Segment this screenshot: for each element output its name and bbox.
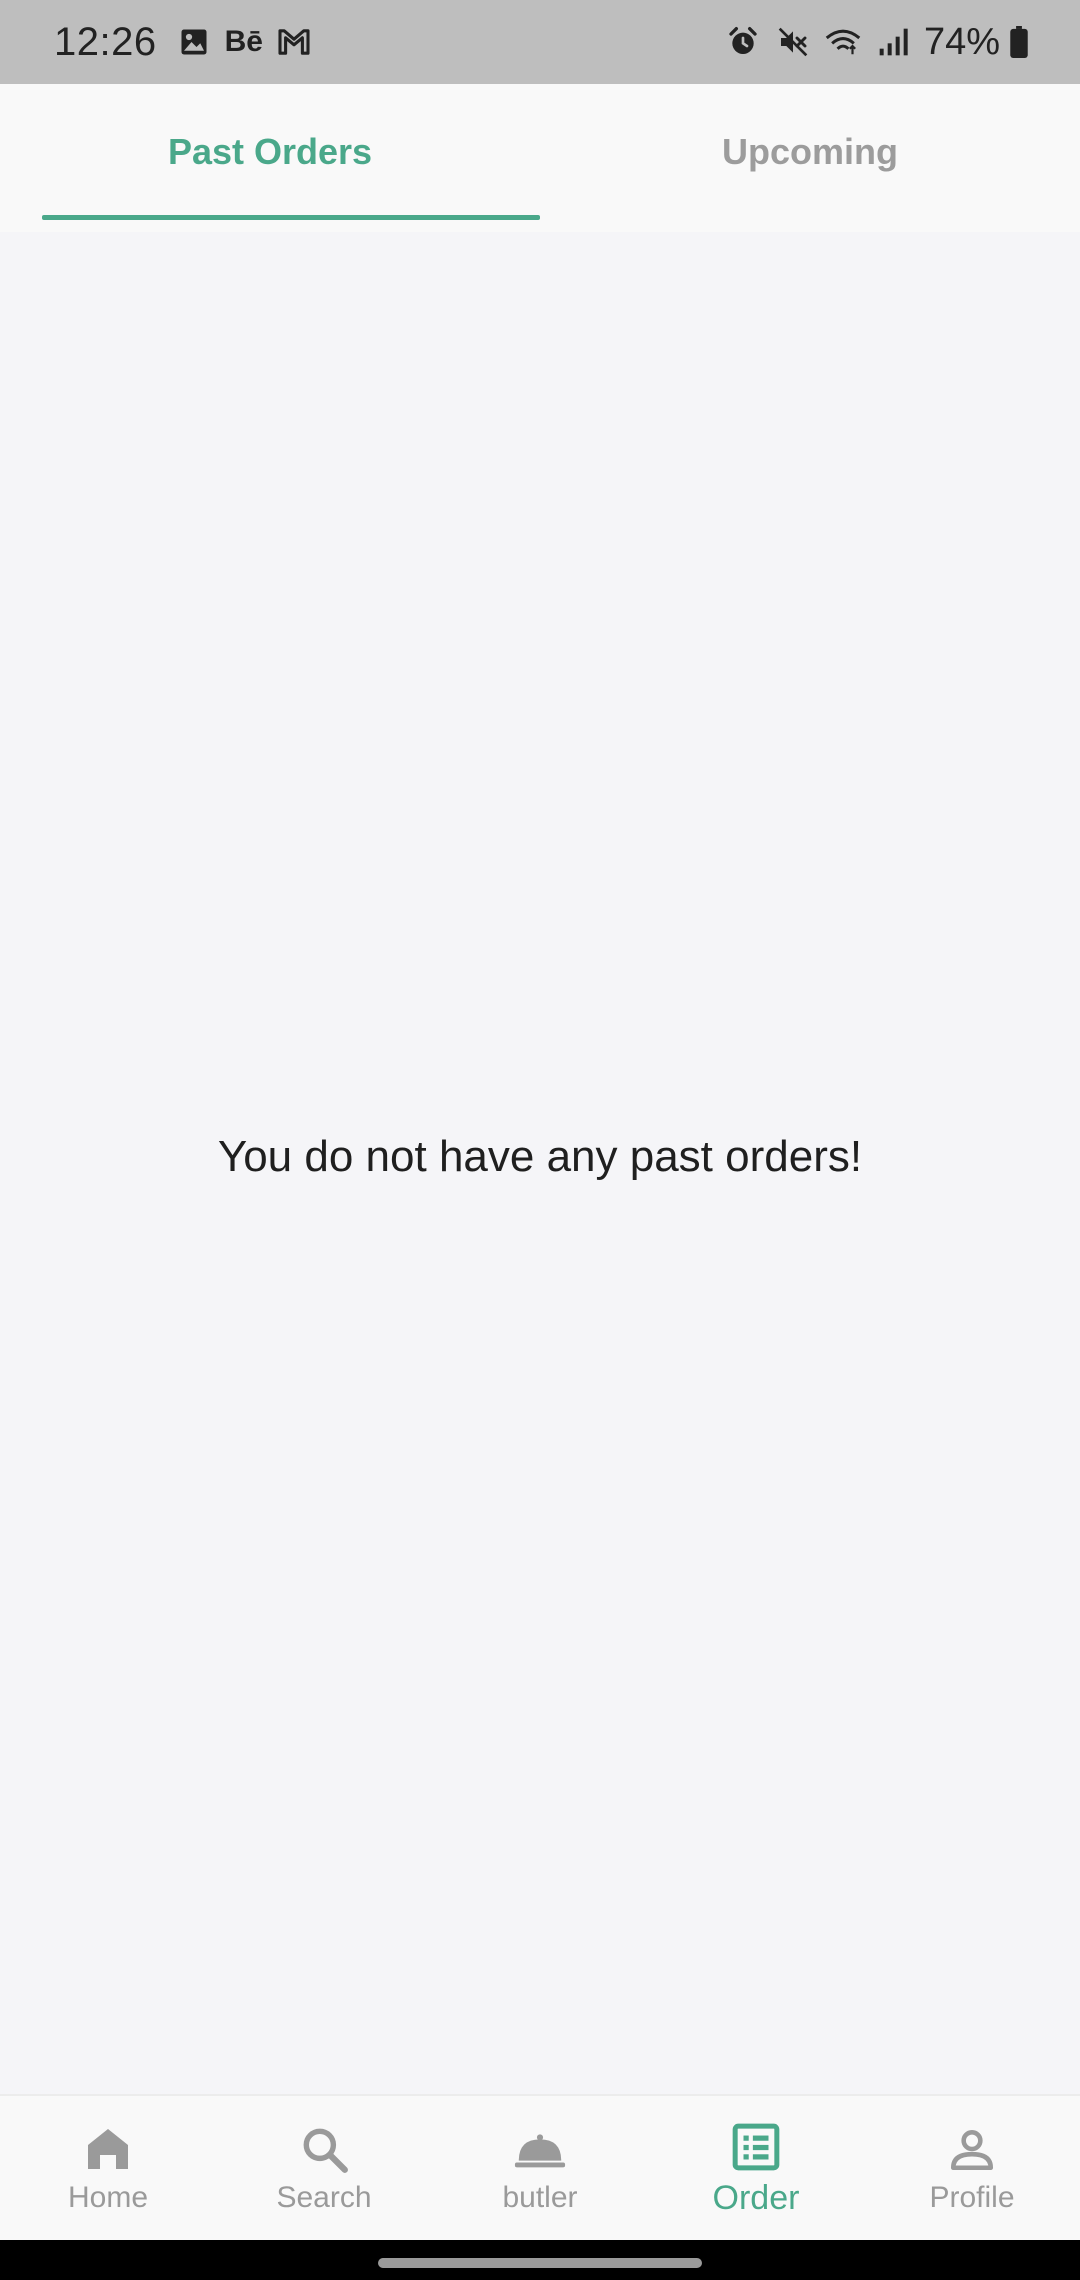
bottom-nav: Home Search butler Order Profile <box>0 2094 1080 2240</box>
mute-icon <box>774 22 812 62</box>
tab-upcoming[interactable]: Upcoming <box>540 84 1080 232</box>
gesture-bar <box>0 2240 1080 2280</box>
nav-item-search[interactable]: Search <box>216 2096 432 2240</box>
nav-label-profile: Profile <box>929 2181 1015 2214</box>
status-right: 74% <box>724 21 1030 64</box>
tab-upcoming-label: Upcoming <box>722 131 898 172</box>
nav-label-order: Order <box>712 2178 800 2217</box>
home-icon <box>80 2121 136 2177</box>
profile-icon <box>944 2121 1000 2177</box>
tab-past-orders-label: Past Orders <box>167 131 373 172</box>
image-icon <box>175 22 213 62</box>
status-left: 12:26 Bē <box>54 20 325 65</box>
tab-active-indicator <box>42 215 540 220</box>
alarm-icon <box>724 22 762 62</box>
status-bar: 12:26 Bē 74% <box>0 0 1080 84</box>
empty-orders-message: You do not have any past orders! <box>217 1132 863 1181</box>
nav-item-profile[interactable]: Profile <box>864 2096 1080 2240</box>
nav-item-order[interactable]: Order <box>648 2096 864 2240</box>
signal-icon <box>874 22 912 62</box>
orders-content: You do not have any past orders! <box>0 232 1080 2094</box>
nav-label-home: Home <box>67 2181 149 2214</box>
behance-icon: Bē <box>224 25 263 58</box>
cloche-icon <box>512 2121 568 2177</box>
nav-label-butler: butler <box>502 2181 578 2214</box>
wifi-icon <box>824 22 862 62</box>
search-icon <box>296 2121 352 2177</box>
nav-label-search: Search <box>276 2181 372 2214</box>
tab-past-orders[interactable]: Past Orders <box>0 84 540 232</box>
status-time: 12:26 <box>54 19 157 64</box>
home-gesture-handle[interactable] <box>378 2258 702 2268</box>
nav-item-butler[interactable]: butler <box>432 2096 648 2240</box>
battery-icon <box>1008 22 1030 62</box>
order-list-icon <box>728 2119 784 2175</box>
nav-item-home[interactable]: Home <box>0 2096 216 2240</box>
battery-percent: 74% <box>923 20 1000 63</box>
order-tabs: Past Orders Upcoming <box>0 84 1080 232</box>
gmail-icon <box>275 22 313 62</box>
